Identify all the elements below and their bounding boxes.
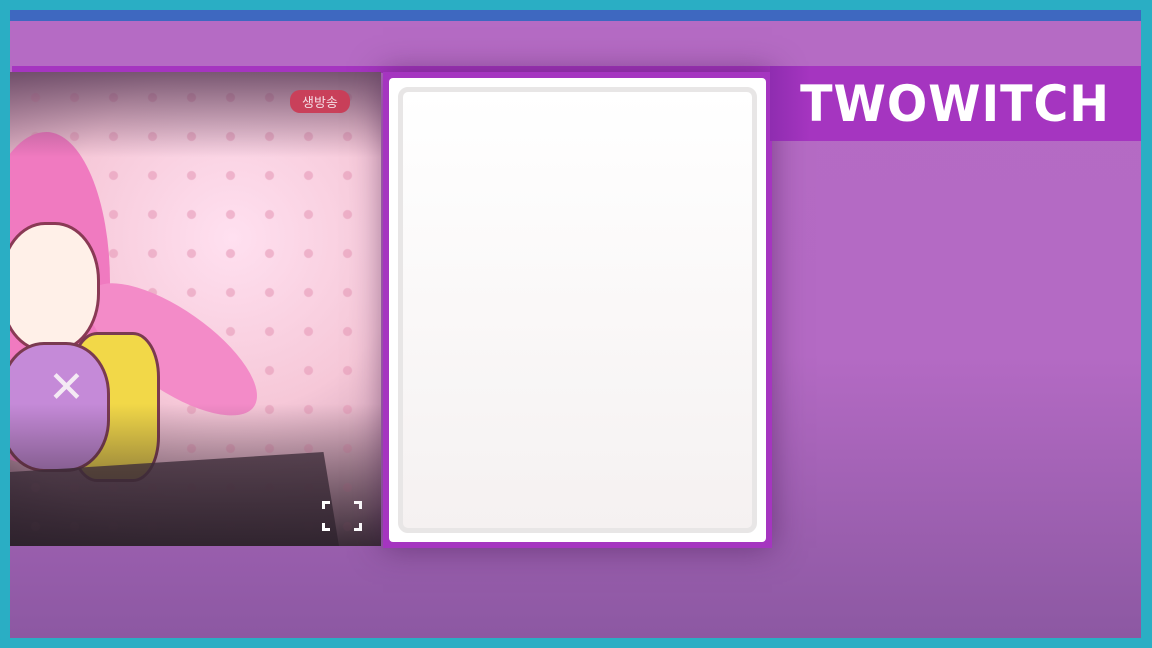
stream-video[interactable]: ✕ 생방송 — [10, 72, 381, 546]
chat-panel-inner — [389, 78, 766, 542]
screen: ✕ 생방송 TWOWITCH — [10, 10, 1141, 638]
live-badge: 생방송 — [290, 90, 350, 113]
chat-panel — [383, 72, 772, 548]
window-frame: ✕ 생방송 TWOWITCH — [0, 0, 1152, 648]
top-bar — [10, 10, 1141, 21]
title-banner: TWOWITCH — [770, 66, 1141, 141]
fullscreen-icon[interactable] — [322, 501, 362, 531]
channel-title: TWOWITCH — [800, 74, 1111, 133]
video-shade — [10, 72, 381, 546]
chat-box — [398, 87, 757, 533]
